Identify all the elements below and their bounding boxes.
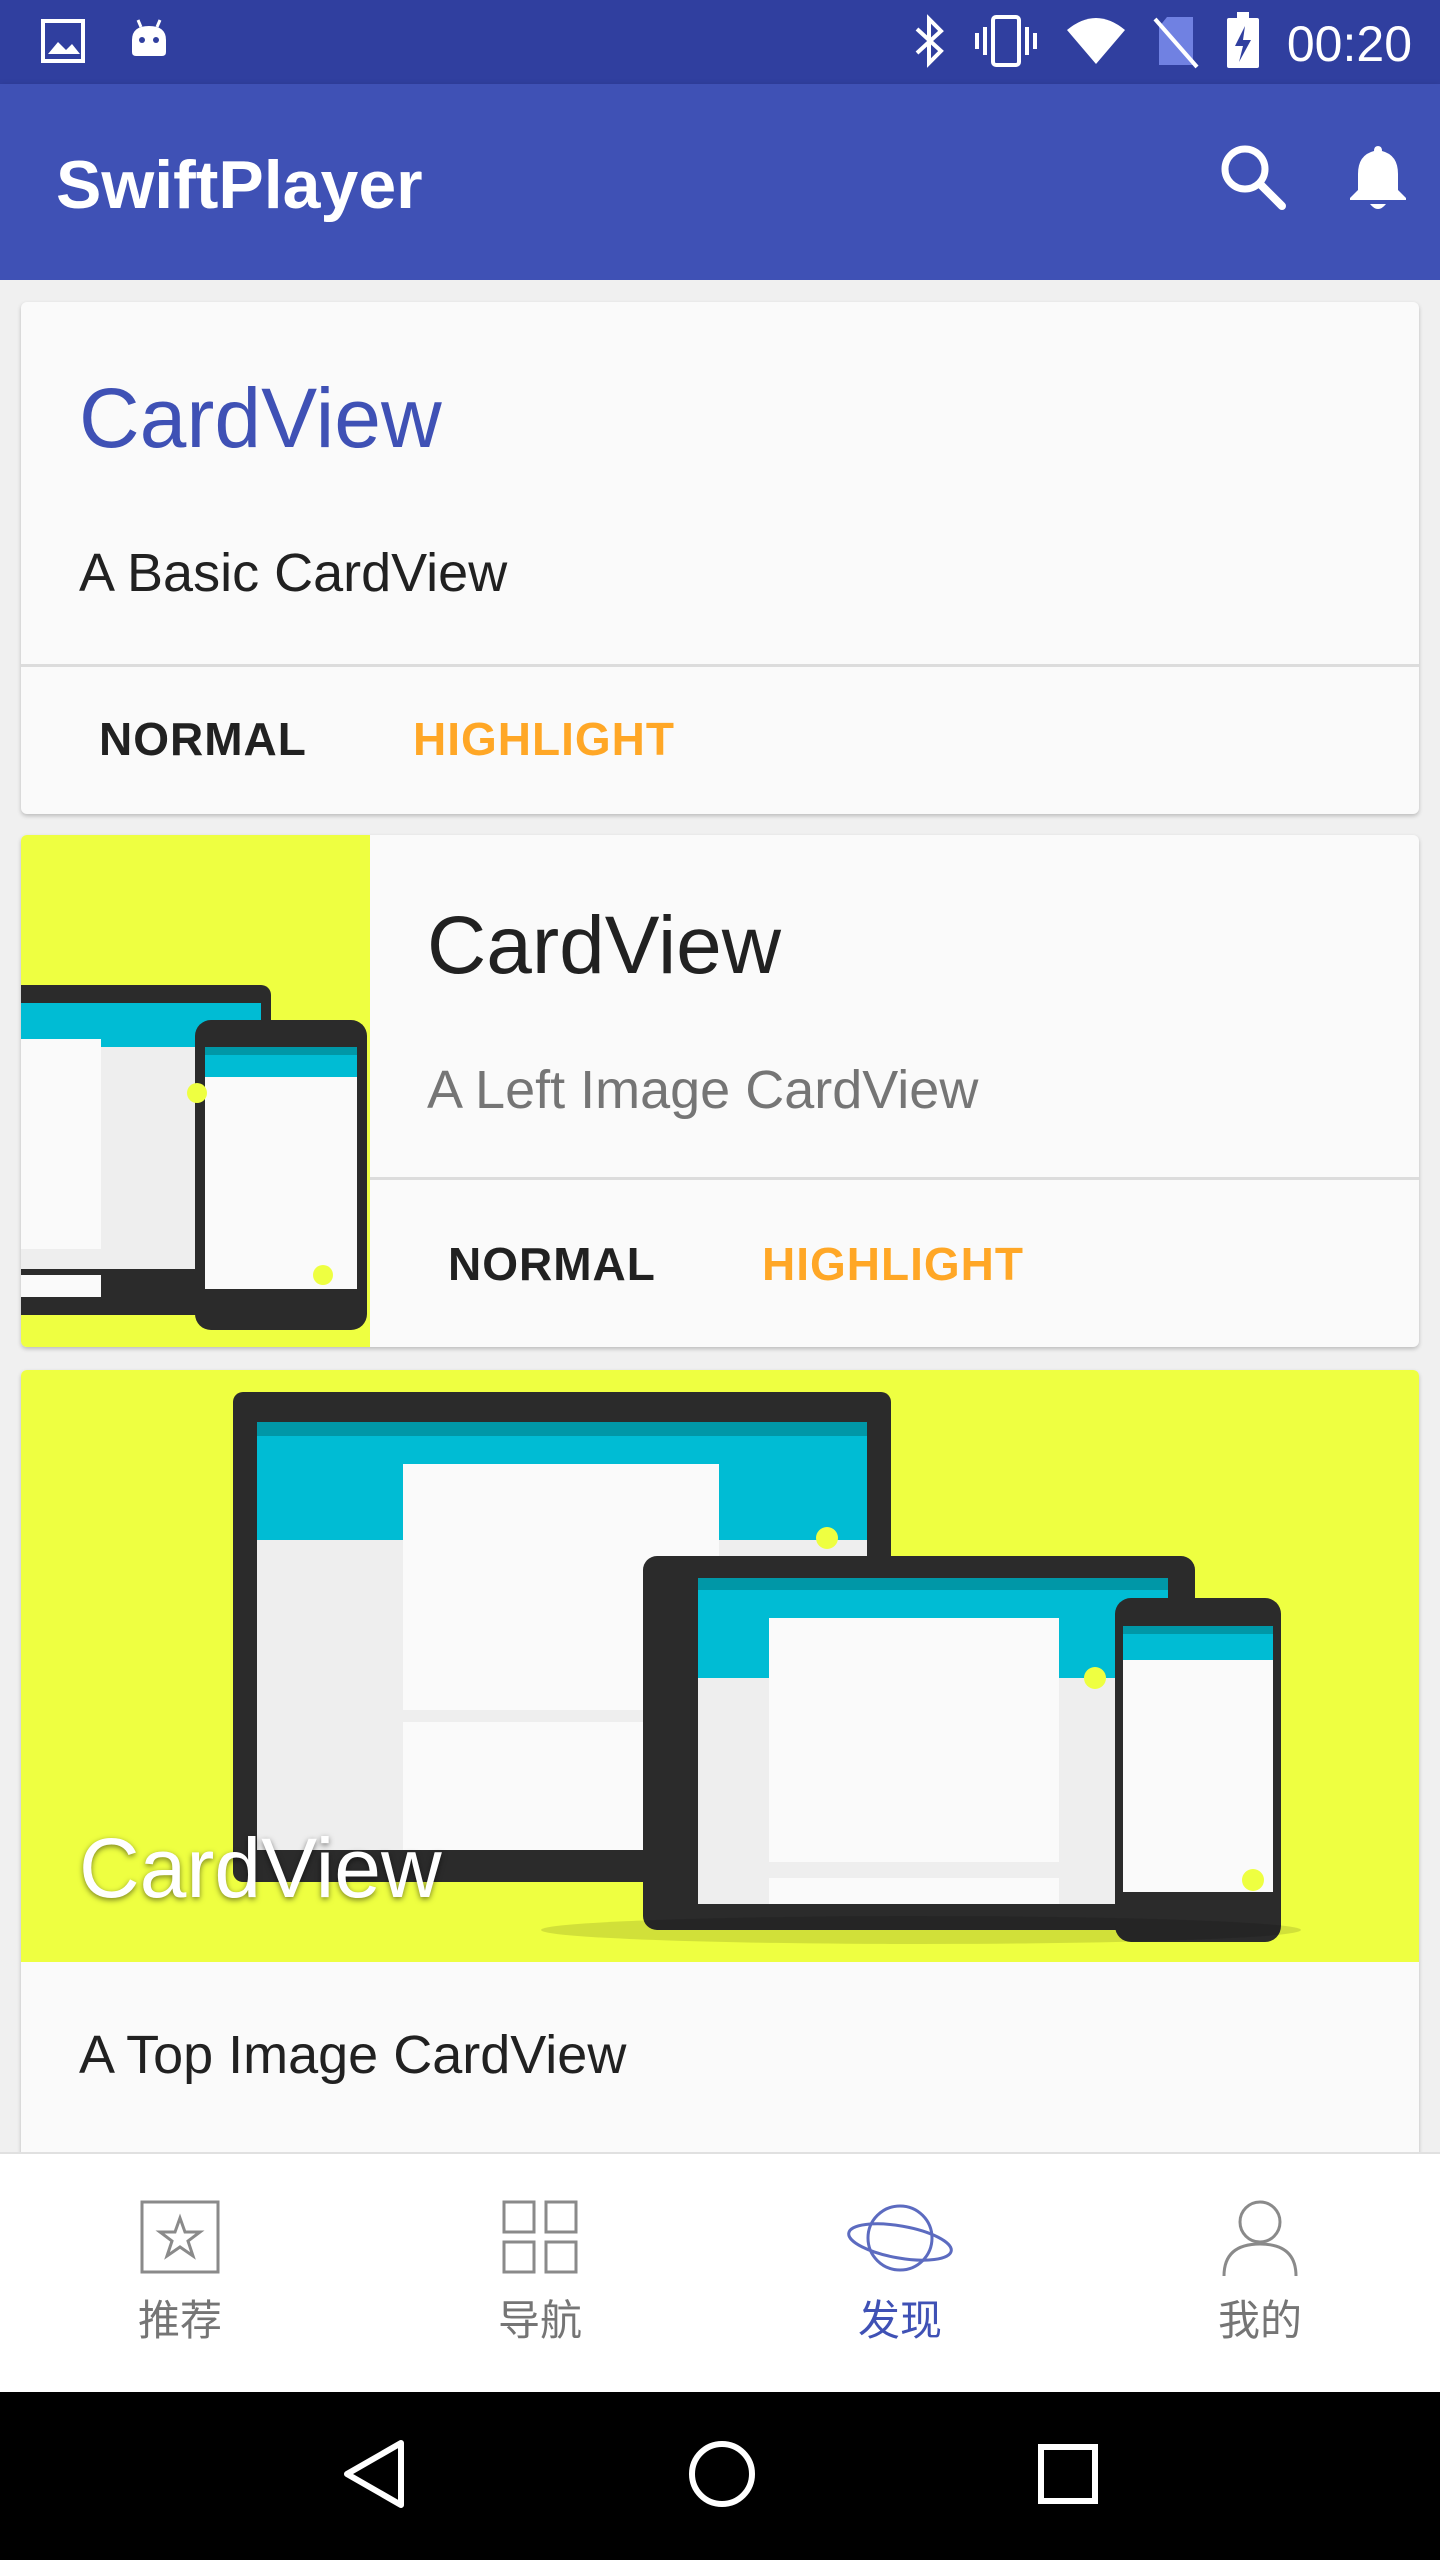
- android-icon: [126, 18, 172, 69]
- recents-icon[interactable]: [1035, 2441, 1101, 2512]
- nav-label: 我的: [1217, 2297, 1302, 2344]
- highlight-button[interactable]: HIGHLIGHT: [413, 712, 675, 766]
- normal-button[interactable]: NORMAL: [448, 1237, 656, 1291]
- nav-label: 发现: [857, 2297, 942, 2344]
- card-image: [21, 835, 370, 1347]
- grid-icon: [498, 2200, 582, 2281]
- divider: [370, 1177, 1419, 1180]
- nav-item-recommend[interactable]: 推荐: [0, 2154, 360, 2392]
- nav-item-mine[interactable]: 我的: [1080, 2154, 1440, 2392]
- card-title: CardView: [79, 371, 442, 465]
- system-navigation-bar: [0, 2392, 1440, 2560]
- nav-label: 推荐: [137, 2297, 222, 2344]
- person-icon: [1218, 2200, 1302, 2281]
- status-bar: 00:20: [0, 0, 1440, 84]
- battery-charging-icon: [1225, 12, 1261, 75]
- nav-item-discover[interactable]: 发现: [720, 2154, 1080, 2392]
- image-overlay-title: CardView: [79, 1821, 442, 1915]
- bottom-navigation: 推荐 导航 发现 我的: [0, 2152, 1440, 2392]
- bell-icon[interactable]: [1346, 142, 1410, 219]
- star-box-icon: [138, 2200, 222, 2281]
- top-image-card: CardView A Top Image CardView: [21, 1370, 1419, 2152]
- image-icon: [40, 18, 86, 69]
- vibrate-icon: [973, 13, 1039, 74]
- bluetooth-icon: [911, 13, 947, 74]
- divider: [21, 664, 1419, 667]
- card-subtitle: A Left Image CardView: [427, 1060, 979, 1120]
- card-subtitle: A Basic CardView: [79, 543, 508, 603]
- nav-item-navigation[interactable]: 导航: [360, 2154, 720, 2392]
- basic-card: CardView A Basic CardView NORMAL HIGHLIG…: [21, 302, 1419, 814]
- home-icon[interactable]: [686, 2438, 758, 2515]
- card-title: CardView: [427, 900, 781, 991]
- left-image-card: CardView A Left Image CardView NORMAL HI…: [21, 835, 1419, 1347]
- nav-label: 导航: [497, 2297, 582, 2344]
- back-icon[interactable]: [339, 2437, 409, 2516]
- highlight-button[interactable]: HIGHLIGHT: [762, 1237, 1024, 1291]
- status-time: 00:20: [1286, 15, 1412, 72]
- wifi-icon: [1065, 16, 1127, 71]
- no-sim-icon: [1153, 13, 1199, 74]
- app-title: SwiftPlayer: [56, 147, 423, 223]
- card-subtitle: A Top Image CardView: [79, 2025, 627, 2085]
- search-icon[interactable]: [1218, 142, 1288, 219]
- card-list[interactable]: CardView A Basic CardView NORMAL HIGHLIG…: [0, 280, 1440, 2152]
- app-bar: SwiftPlayer: [0, 84, 1440, 280]
- planet-icon: [845, 2200, 955, 2281]
- normal-button[interactable]: NORMAL: [99, 712, 307, 766]
